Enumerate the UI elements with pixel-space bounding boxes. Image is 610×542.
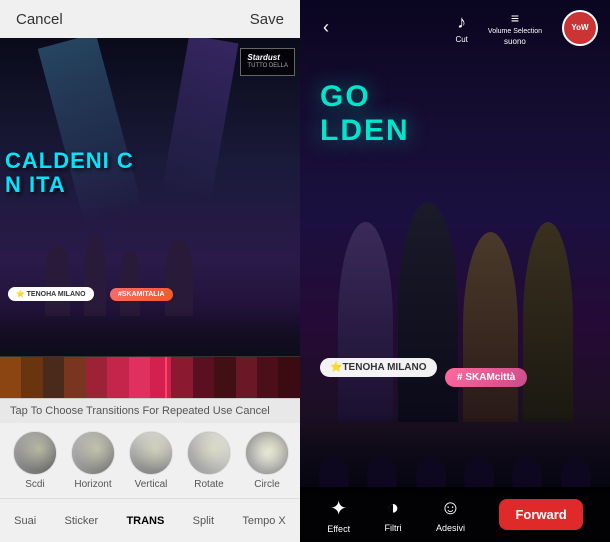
frame-13 bbox=[257, 357, 278, 398]
adesivi-label: Adesivi bbox=[436, 523, 465, 533]
avatar[interactable]: YoW bbox=[562, 10, 598, 46]
transition-item-scdi[interactable]: Scdi bbox=[10, 431, 60, 490]
playhead[interactable] bbox=[165, 357, 167, 398]
frame-8 bbox=[150, 357, 171, 398]
right-bottom-bar: ✦ Effect ◑ Filtri ☺ Adesivi Forward bbox=[300, 487, 610, 542]
frame-2 bbox=[21, 357, 42, 398]
frame-12 bbox=[236, 357, 257, 398]
transition-options: Scdi Horizont Vertical Rotate Circle bbox=[0, 423, 300, 498]
transition-circle-circle bbox=[245, 431, 289, 475]
frame-7 bbox=[129, 357, 150, 398]
video-preview-left: Stardust TUTTO DELLA CALDENI C N ITA ⭐ T… bbox=[0, 38, 300, 356]
transition-label-horizont: Horizont bbox=[74, 479, 111, 490]
cancel-button[interactable]: Cancel bbox=[16, 11, 63, 28]
right-person-3 bbox=[463, 232, 518, 422]
toolbar-split[interactable]: Split bbox=[185, 511, 222, 531]
filtri-label: Filtri bbox=[385, 523, 402, 533]
transition-item-vertical[interactable]: Vertical bbox=[126, 431, 176, 490]
cut-icon: ♪ bbox=[457, 12, 466, 33]
timeline-frames bbox=[0, 357, 300, 398]
transition-preview-rotate bbox=[188, 432, 230, 474]
stage-banner: Stardust TUTTO DELLA bbox=[240, 48, 295, 76]
transition-label-rotate: Rotate bbox=[194, 479, 223, 490]
effect-icon-item[interactable]: ✦ Effect bbox=[327, 496, 350, 534]
transition-circle-rotate bbox=[187, 431, 231, 475]
transition-label-circle: Circle bbox=[254, 479, 280, 490]
suono-label: suono bbox=[504, 37, 526, 46]
right-person-4 bbox=[523, 222, 573, 422]
transition-circle-scdi bbox=[13, 431, 57, 475]
transition-label-scdi: Scdi bbox=[25, 479, 44, 490]
toolbar-suai[interactable]: Suai bbox=[6, 511, 44, 531]
forward-button[interactable]: Forward bbox=[499, 499, 582, 530]
transition-preview-horizont bbox=[72, 432, 114, 474]
stage-scene-left: Stardust TUTTO DELLA CALDENI C N ITA ⭐ T… bbox=[0, 38, 300, 356]
right-panel: GO LDEN ⭐TENOHA MILANO # SKAMcittà ‹ ♪ C… bbox=[300, 0, 610, 542]
timeline-strip[interactable] bbox=[0, 356, 300, 398]
transition-item-circle[interactable]: Circle bbox=[242, 431, 292, 490]
frame-3 bbox=[43, 357, 64, 398]
right-top-icons: ♪ Cut ≡ Volume Selection suono YoW bbox=[455, 10, 598, 46]
right-top-bar: ‹ ♪ Cut ≡ Volume Selection suono YoW bbox=[300, 0, 610, 55]
right-golden-text: GO LDEN bbox=[320, 80, 410, 148]
adesivi-icon: ☺ bbox=[440, 497, 460, 520]
transition-item-rotate[interactable]: Rotate bbox=[184, 431, 234, 490]
volume-icon: ≡ bbox=[511, 10, 519, 26]
person-silhouette-4 bbox=[165, 241, 193, 316]
filtri-icon: ◑ bbox=[387, 497, 399, 520]
back-button[interactable]: ‹ bbox=[312, 14, 340, 42]
transition-circle-vertical bbox=[129, 431, 173, 475]
frame-4 bbox=[64, 357, 85, 398]
banner-text: TUTTO DELLA bbox=[247, 63, 288, 71]
transition-item-horizont[interactable]: Horizont bbox=[68, 431, 118, 490]
right-person-1 bbox=[338, 222, 393, 422]
cut-icon-item[interactable]: ♪ Cut bbox=[455, 12, 467, 44]
avatar-text: YoW bbox=[571, 23, 588, 32]
audience-row bbox=[0, 306, 300, 356]
left-bottom-toolbar: Suai Sticker TRANS Split Tempo X bbox=[0, 498, 300, 542]
toolbar-tempo[interactable]: Tempo X bbox=[234, 511, 293, 531]
frame-9 bbox=[171, 357, 192, 398]
frame-10 bbox=[193, 357, 214, 398]
sticker-skam-right[interactable]: # SKAMcittà bbox=[445, 368, 527, 387]
transition-label-vertical: Vertical bbox=[135, 479, 168, 490]
sticker-tenoha-milano-left[interactable]: ⭐ TENOHA MILANO bbox=[8, 287, 94, 301]
effect-icon: ✦ bbox=[330, 496, 347, 521]
sticker-skam-left[interactable]: #SKAMITALIA bbox=[110, 288, 173, 301]
right-person-2 bbox=[398, 202, 458, 422]
toolbar-sticker[interactable]: Sticker bbox=[57, 511, 107, 531]
transition-circle-horizont bbox=[71, 431, 115, 475]
transition-preview-scdi bbox=[14, 432, 56, 474]
transition-preview-circle bbox=[246, 432, 288, 474]
frame-6 bbox=[107, 357, 128, 398]
left-panel: Cancel Save Stardust TUTTO DELLA CALDENI… bbox=[0, 0, 300, 542]
save-button[interactable]: Save bbox=[250, 11, 284, 28]
effect-label: Effect bbox=[327, 524, 350, 534]
toolbar-trans[interactable]: TRANS bbox=[118, 511, 172, 531]
golden-text-left: CALDENI C N ITA bbox=[5, 149, 134, 197]
cut-label: Cut bbox=[455, 35, 467, 44]
frame-14 bbox=[278, 357, 299, 398]
transition-preview-vertical bbox=[130, 432, 172, 474]
volume-icon-item[interactable]: ≡ Volume Selection suono bbox=[488, 10, 542, 46]
volume-label: Volume Selection bbox=[488, 28, 542, 35]
banner-logo: Stardust bbox=[247, 53, 288, 63]
left-header: Cancel Save bbox=[0, 0, 300, 38]
right-stage-scene: GO LDEN bbox=[300, 0, 610, 542]
frame-1 bbox=[0, 357, 21, 398]
frame-11 bbox=[214, 357, 235, 398]
frame-5 bbox=[86, 357, 107, 398]
adesivi-icon-item[interactable]: ☺ Adesivi bbox=[436, 497, 465, 533]
sticker-tenoha-milano-right[interactable]: ⭐TENOHA MILANO bbox=[320, 358, 437, 377]
person-silhouette-2 bbox=[84, 236, 106, 316]
transition-message: Tap To Choose Transitions For Repeated U… bbox=[0, 398, 300, 423]
filtri-icon-item[interactable]: ◑ Filtri bbox=[385, 497, 402, 533]
